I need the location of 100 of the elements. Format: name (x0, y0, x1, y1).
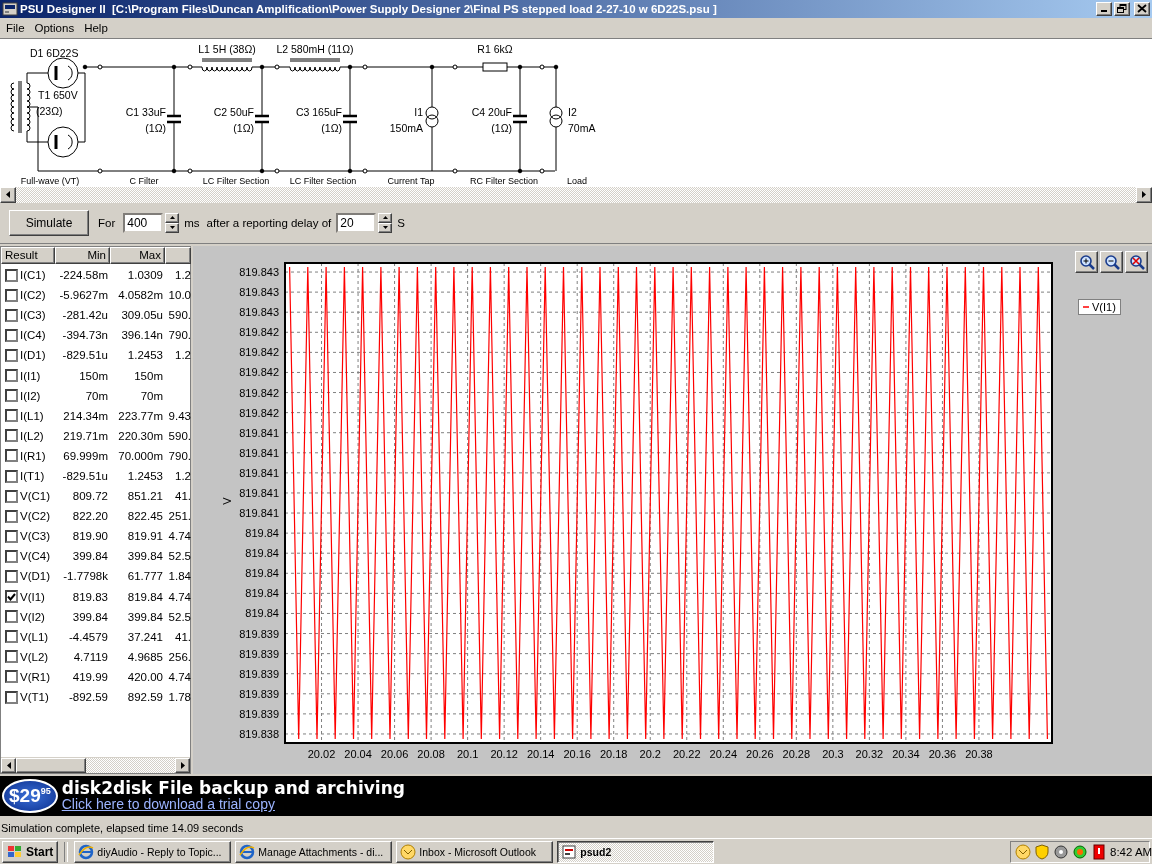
simulate-button[interactable]: Simulate (9, 209, 89, 236)
checkbox[interactable] (5, 670, 18, 684)
up-arrow-icon[interactable] (382, 216, 388, 220)
axis-tick-label: 20.24 (709, 748, 738, 761)
axis-tick-label: 819.84 (245, 607, 279, 620)
checkbox[interactable] (5, 409, 18, 423)
table-cell-text: 9.43 (167, 409, 191, 422)
table-cell: I(C1) (20, 269, 46, 282)
scrollbar-thumb[interactable] (16, 758, 86, 774)
table-cell-text: 590. (167, 429, 191, 442)
column-header[interactable] (165, 247, 191, 265)
section-caption: LC Filter Section (202, 175, 270, 186)
table-cell-text: 219.71m (62, 429, 109, 442)
table-cell-text: 223.77m (117, 409, 164, 422)
taskbar-button[interactable]: diyAudio - Reply to Topic... (74, 840, 232, 863)
axis-tick-label: 819.841 (239, 487, 279, 499)
zoom-out-button[interactable] (1100, 251, 1123, 274)
table-cell-text: 399.84 (126, 550, 164, 563)
column-header[interactable]: Max (110, 247, 165, 265)
checkbox[interactable] (5, 369, 18, 383)
checkbox[interactable] (5, 389, 18, 403)
up-arrow-icon[interactable] (169, 216, 175, 220)
price-text: 95 (40, 784, 51, 796)
windows-logo-icon (7, 844, 23, 859)
checkbox[interactable] (5, 549, 18, 563)
table-cell-text: 69.999m (62, 449, 109, 462)
axis-tick-label: 819.838 (239, 728, 279, 740)
checkbox[interactable] (5, 469, 18, 483)
checkbox[interactable] (5, 509, 18, 523)
checkbox[interactable] (5, 529, 18, 543)
start-button[interactable]: Start (2, 840, 59, 863)
zoom-reset-button[interactable] (1125, 251, 1148, 274)
duration-field[interactable]: 400 (123, 212, 164, 233)
component-label: 70mA (568, 121, 596, 134)
axis-tick-label: 20.06 (380, 748, 409, 761)
table-cell: V(C2) (20, 510, 51, 523)
checkbox[interactable] (5, 268, 18, 282)
component-label: D1 6D22S (30, 46, 79, 59)
table-cell-text: 809.72 (71, 490, 109, 503)
axis-tick-label: 20.04 (344, 748, 372, 761)
scroll-right-button[interactable] (175, 758, 190, 774)
table-cell-text: 790. (167, 449, 191, 462)
scroll-left-button[interactable] (1, 758, 16, 774)
menu-item[interactable]: File (1, 21, 30, 34)
table-cell: V(I1) (20, 590, 45, 603)
menu-item[interactable]: Options (29, 21, 80, 34)
axis-tick-label: 819.842 (239, 386, 279, 399)
right-arrow-icon[interactable] (1142, 191, 1146, 199)
taskbar-button[interactable]: Inbox - Microsoft Outlook (396, 840, 554, 863)
browser-icon (78, 843, 95, 860)
checkbox[interactable] (5, 288, 18, 302)
axis-tick-label: 819.841 (239, 426, 279, 439)
spin-up-button[interactable] (378, 212, 393, 223)
spin-up-button[interactable] (165, 212, 180, 223)
checkbox[interactable] (5, 328, 18, 342)
table-cell: V(L2) (20, 650, 49, 663)
checkbox[interactable] (5, 650, 18, 664)
taskbar-button[interactable]: Manage Attachments - di... (235, 840, 393, 863)
checkbox[interactable] (5, 610, 18, 624)
down-arrow-icon[interactable] (169, 226, 175, 230)
delay-field[interactable]: 20 (336, 212, 377, 233)
checkbox[interactable] (5, 489, 18, 503)
axis-tick-label: 819.84 (245, 567, 279, 580)
checkbox[interactable] (5, 308, 18, 322)
checkbox[interactable] (5, 348, 18, 362)
table-cell-text: 309.05u (120, 309, 164, 322)
table-cell: I(I1) (20, 369, 41, 382)
checkbox[interactable] (5, 690, 18, 704)
axis-tick-label: 20.1 (456, 748, 479, 761)
disc-icon (1053, 843, 1069, 860)
spin-down-button[interactable] (378, 222, 393, 233)
table-cell-text: 396.14n (120, 329, 164, 342)
axis-tick-label: 20.26 (746, 748, 774, 761)
checkbox[interactable] (5, 570, 18, 583)
table-cell: I(C3) (20, 309, 46, 322)
taskbar-button[interactable]: psud2 (557, 840, 715, 863)
download-link[interactable]: Click here to download a trial copy (61, 797, 405, 813)
table-cell-text: 819.83 (71, 590, 109, 603)
down-arrow-icon[interactable] (382, 226, 388, 230)
checkbox[interactable] (5, 429, 18, 443)
column-header[interactable]: Result (1, 247, 55, 265)
table-cell-text: 52.5 (167, 610, 191, 623)
zoom-in-button[interactable] (1075, 251, 1098, 274)
axis-tick-label: 20.3 (822, 748, 844, 761)
checkbox[interactable] (5, 630, 18, 644)
checkbox[interactable] (5, 590, 18, 604)
right-arrow-icon[interactable] (180, 762, 185, 770)
component-label: C3 165uF (295, 105, 342, 118)
component-label: I2 (568, 105, 577, 118)
axis-tick-label: 819.84 (245, 527, 279, 540)
left-arrow-icon[interactable] (6, 762, 11, 770)
spin-down-button[interactable] (165, 222, 180, 233)
table-cell-text: 70m (84, 389, 109, 402)
checkbox[interactable] (5, 449, 18, 463)
column-header[interactable]: Min (55, 247, 110, 265)
axis-tick-label: 819.84 (245, 587, 279, 600)
component-label: C4 20uF (471, 105, 512, 118)
axis-tick-label: 20.22 (673, 748, 701, 761)
left-arrow-icon[interactable] (6, 191, 10, 199)
menu-item[interactable]: Help (79, 21, 113, 34)
